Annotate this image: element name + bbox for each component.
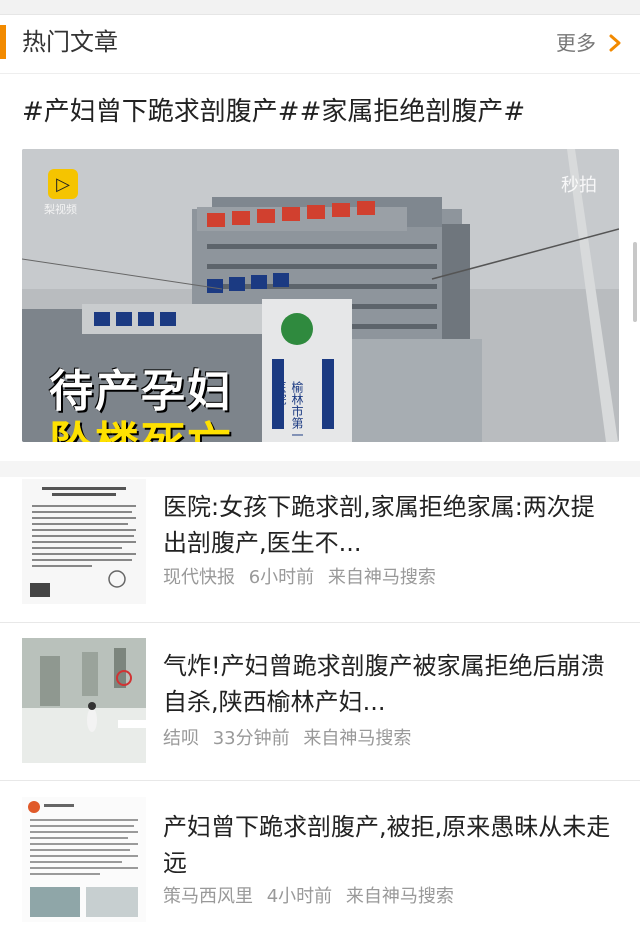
article-thumbnail [22, 797, 146, 922]
article-item-2[interactable]: 气炸!产妇曾跪求剖腹产被家属拒绝后崩溃自杀,陕西榆林产妇... 结呗 33分钟前… [0, 622, 640, 781]
article-time: 6小时前 [248, 567, 315, 588]
article-headline[interactable]: 产妇曾下跪求剖腹产,被拒,原来愚昧从未走远 [163, 809, 615, 881]
top-strip [0, 0, 640, 15]
hero-caption-line2: 坠楼死亡 [49, 407, 233, 442]
watermark: 秒拍 [561, 175, 597, 196]
article-time: 33分钟前 [212, 728, 290, 749]
section-header: 热门文章 更多 [0, 15, 640, 74]
hero-logo-text: 梨视频 [44, 203, 77, 216]
section-accent-bar [0, 25, 6, 59]
article-source: 结呗 [163, 728, 199, 749]
building-sign: 榆林市第一医院 [273, 381, 304, 441]
divider [0, 461, 640, 477]
article-thumbnail [22, 479, 146, 604]
article-source: 现代快报 [163, 567, 235, 588]
article-item-1[interactable]: 医院:女孩下跪求剖,家属拒绝家属:两次提出剖腹产,医生不... 现代快报 6小时… [0, 477, 640, 623]
article-meta: 结呗 33分钟前 来自神马搜索 [163, 726, 419, 752]
article-meta: 策马西风里 4小时前 来自神马搜索 [163, 884, 462, 910]
article-item-3[interactable]: 产妇曾下跪求剖腹产,被拒,原来愚昧从未走远 策马西风里 4小时前 来自神马搜索 [0, 781, 640, 951]
article-source: 策马西风里 [163, 886, 253, 907]
scrollbar[interactable] [633, 242, 637, 322]
article-time: 4小时前 [266, 886, 333, 907]
article-headline[interactable]: 气炸!产妇曾跪求剖腹产被家属拒绝后崩溃自杀,陕西榆林产妇... [163, 648, 615, 720]
section-title: 热门文章 [22, 28, 118, 56]
article-headline[interactable]: 医院:女孩下跪求剖,家属拒绝家属:两次提出剖腹产,医生不... [163, 489, 615, 561]
more-link[interactable]: 更多 [556, 27, 596, 59]
article-thumbnail [22, 638, 146, 763]
article-via: 来自神马搜索 [345, 886, 454, 907]
pear-video-logo-icon: ▷ [48, 169, 78, 199]
topic-title[interactable]: #产妇曾下跪求剖腹产##家属拒绝剖腹产# [22, 92, 525, 132]
chevron-right-icon[interactable] [604, 27, 628, 59]
hero-video-thumbnail[interactable]: ▷ 梨视频 秒拍 待产孕妇 坠楼死亡 榆林市第一医院 [22, 149, 619, 442]
article-via: 来自神马搜索 [303, 728, 412, 749]
article-via: 来自神马搜索 [327, 567, 436, 588]
article-meta: 现代快报 6小时前 来自神马搜索 [163, 565, 444, 591]
